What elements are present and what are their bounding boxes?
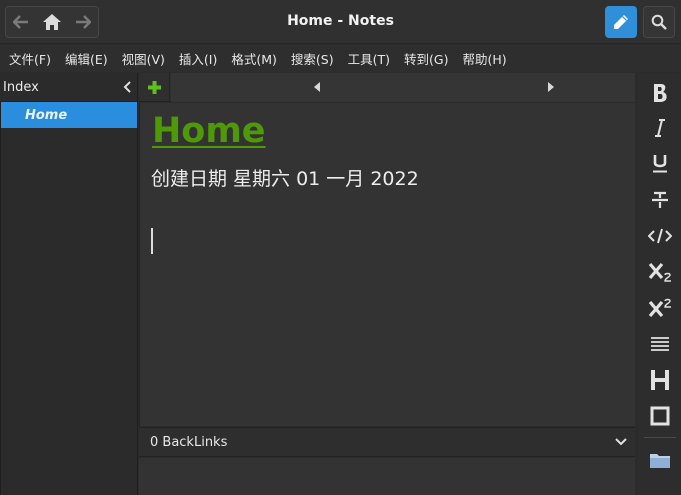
page-title: Home — [152, 111, 266, 151]
collapse-sidebar-icon[interactable] — [123, 81, 131, 93]
checkbox-icon — [650, 406, 670, 426]
plus-icon — [147, 81, 161, 94]
checkbox-button[interactable] — [642, 399, 678, 433]
pencil-icon — [614, 15, 628, 29]
superscript-button[interactable] — [642, 291, 678, 325]
menu-insert[interactable]: 插入(I) — [172, 49, 224, 68]
text-cursor — [151, 228, 153, 254]
sidebar-header: Index — [0, 73, 137, 102]
window-title: Home - Notes — [287, 13, 394, 29]
superscript-icon — [648, 298, 671, 318]
menu-file[interactable]: 文件(F) — [2, 49, 58, 68]
toolbar-separator — [644, 437, 676, 438]
note-editor[interactable]: Home 创建日期 星期六 01 一月 2022 — [139, 103, 635, 426]
edit-button[interactable] — [605, 6, 637, 38]
bullet-list-icon — [651, 337, 669, 351]
menu-goto[interactable]: 转到(G) — [397, 49, 455, 68]
menu-format[interactable]: 格式(M) — [224, 49, 284, 68]
backlinks-label: 0 BackLinks — [150, 434, 228, 450]
subscript-button[interactable] — [642, 255, 678, 289]
menu-help[interactable]: 帮助(H) — [455, 49, 513, 68]
sidebar-item-home[interactable]: Home — [1, 102, 137, 128]
backlinks-pane — [139, 458, 635, 495]
attach-folder-button[interactable] — [642, 443, 678, 477]
new-tab-button[interactable] — [139, 73, 170, 102]
scroll-left-icon[interactable] — [314, 82, 320, 92]
underline-icon — [653, 154, 667, 172]
menu-bar: 文件(F) 编辑(E) 视图(V) 插入(I) 格式(M) 搜索(S) 工具(T… — [0, 45, 681, 72]
bold-button[interactable] — [642, 76, 678, 110]
tab-bar — [139, 73, 635, 102]
heading-button[interactable] — [642, 363, 678, 397]
subscript-icon — [648, 262, 671, 282]
strikethrough-icon — [652, 191, 668, 208]
backlinks-bar[interactable]: 0 BackLinks — [139, 427, 635, 457]
index-list: Home — [0, 102, 137, 495]
sidebar-item-label: Home — [25, 107, 68, 123]
scroll-right-icon[interactable] — [548, 82, 554, 92]
sidebar-title: Index — [3, 79, 39, 95]
strikethrough-button[interactable] — [642, 183, 678, 217]
tab-scroll-area — [171, 73, 635, 102]
chevron-down-icon[interactable] — [615, 438, 627, 446]
folder-icon — [650, 454, 670, 468]
underline-button[interactable] — [642, 146, 678, 180]
title-bar: Home - Notes — [0, 0, 681, 44]
created-date: 创建日期 星期六 01 一月 2022 — [151, 168, 419, 190]
menu-tools[interactable]: 工具(T) — [341, 49, 397, 68]
heading-icon — [651, 370, 669, 390]
bold-icon — [654, 84, 667, 102]
code-button[interactable] — [642, 219, 678, 253]
italic-button[interactable] — [642, 111, 678, 145]
index-sidebar: Index Home — [0, 73, 138, 495]
search-button[interactable] — [643, 6, 675, 38]
search-icon — [651, 14, 667, 30]
italic-icon — [655, 119, 665, 137]
menu-view[interactable]: 视图(V) — [115, 49, 172, 68]
menu-edit[interactable]: 编辑(E) — [58, 49, 115, 68]
format-toolbar — [638, 73, 681, 495]
list-button[interactable] — [642, 327, 678, 361]
menu-search[interactable]: 搜索(S) — [284, 49, 341, 68]
code-icon — [648, 228, 672, 244]
